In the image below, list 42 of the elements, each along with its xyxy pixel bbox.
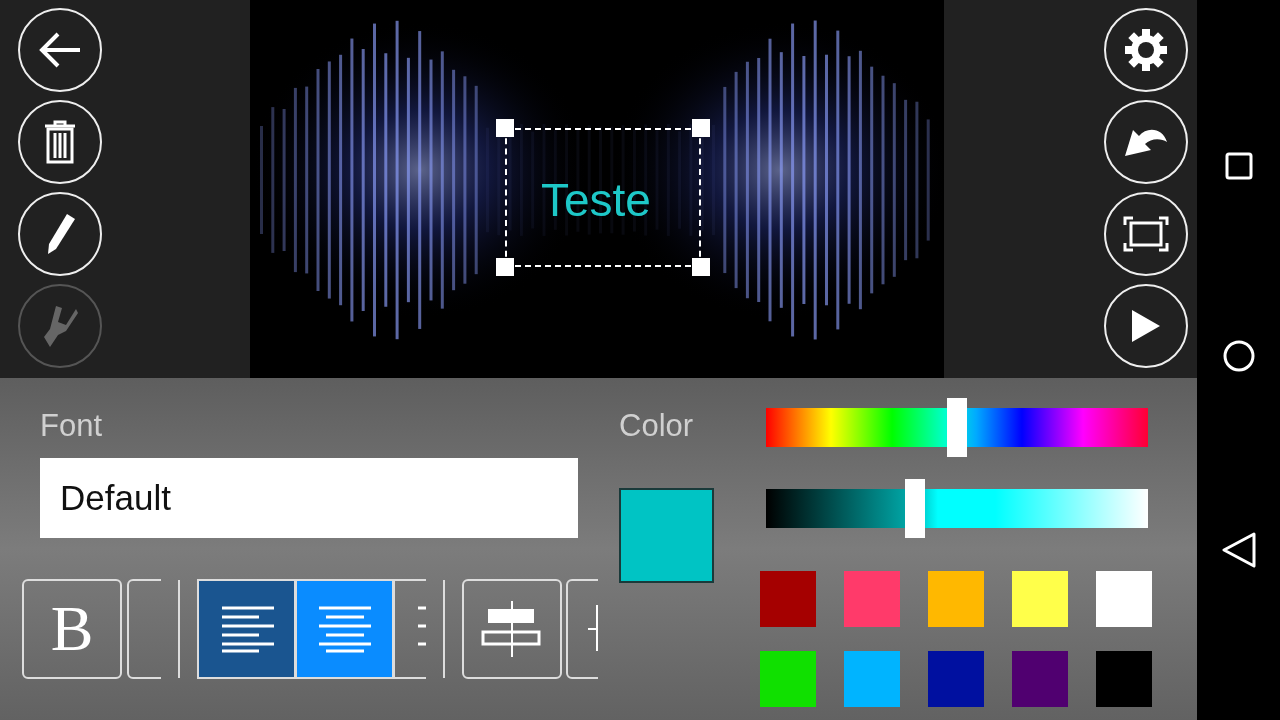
slider-thumb[interactable]	[947, 398, 967, 457]
bold-button[interactable]: B	[22, 579, 122, 679]
color-swatch[interactable]	[928, 651, 984, 707]
back-button[interactable]	[18, 8, 102, 92]
settings-icon	[1123, 27, 1169, 73]
color-swatch[interactable]	[1012, 651, 1068, 707]
color-label: Color	[619, 407, 695, 445]
circle-icon	[1222, 340, 1255, 372]
delete-button[interactable]	[18, 100, 102, 184]
square-icon	[1224, 152, 1253, 180]
align-center-icon	[317, 605, 372, 653]
nav-back-button[interactable]	[1221, 532, 1256, 568]
brush-icon	[42, 304, 78, 348]
slider-thumb[interactable]	[904, 479, 925, 538]
font-label: Font	[40, 407, 104, 445]
edit-button[interactable]	[18, 192, 102, 276]
font-field[interactable]: Default	[40, 458, 578, 538]
play-icon	[1130, 308, 1162, 344]
trash-icon	[44, 120, 76, 164]
align-left-button[interactable]	[197, 579, 296, 679]
color-swatch[interactable]	[928, 571, 984, 627]
color-swatch[interactable]	[760, 651, 816, 707]
fit-screen-icon	[1123, 216, 1169, 252]
align-middle-icon	[480, 601, 543, 657]
color-swatch[interactable]	[760, 571, 816, 627]
settings-button[interactable]	[1104, 8, 1188, 92]
selection-frame[interactable]	[496, 119, 710, 276]
left-arrow-icon	[38, 32, 82, 68]
color-swatch[interactable]	[1096, 571, 1152, 627]
undo-button[interactable]	[1104, 100, 1188, 184]
triangle-icon	[1221, 532, 1256, 568]
play-button[interactable]	[1104, 284, 1188, 368]
align-center-button[interactable]	[295, 579, 394, 679]
color-swatch[interactable]	[844, 651, 900, 707]
color-swatch[interactable]	[844, 571, 900, 627]
color-swatch[interactable]	[1096, 651, 1152, 707]
recents-button[interactable]	[1224, 152, 1253, 180]
center-vertical-button[interactable]	[461, 579, 562, 679]
align-left-icon	[219, 605, 274, 653]
color-swatch[interactable]	[1012, 571, 1068, 627]
fit-screen-button[interactable]	[1104, 192, 1188, 276]
home-button[interactable]	[1222, 340, 1255, 372]
